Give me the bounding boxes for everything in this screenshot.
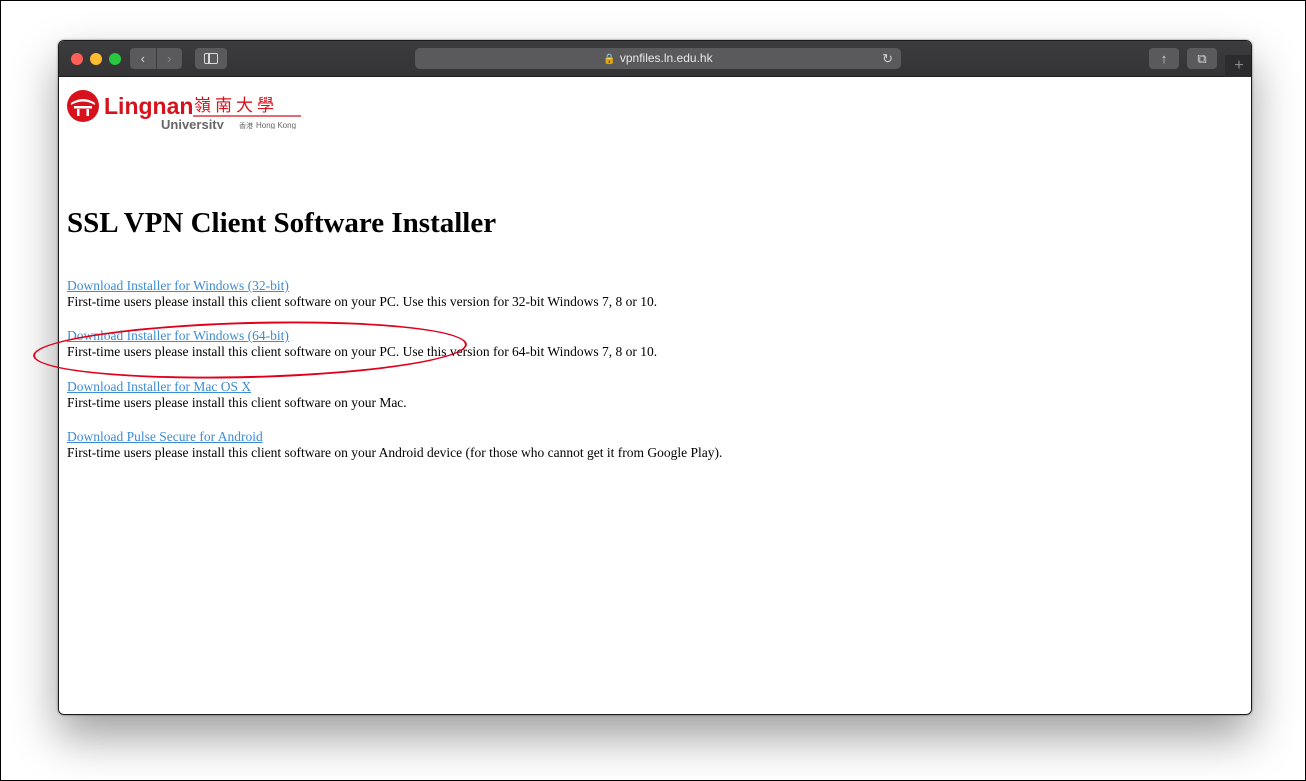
share-button[interactable]: ↑	[1149, 48, 1179, 69]
download-windows-32-description: First-time users please install this cli…	[67, 294, 658, 309]
logo-text-zh: 嶺南大學	[194, 96, 278, 116]
tabs-icon: ⧉	[1197, 51, 1207, 66]
back-icon[interactable]: ‹	[130, 48, 156, 69]
download-item-windows-32: Download Installer for Windows (32-bit) …	[67, 278, 657, 310]
url-text: vpnfiles.ln.edu.hk	[619, 51, 713, 65]
page-title: SSL VPN Client Software Installer	[67, 207, 497, 239]
page-content: Lingnan 嶺南大學 University 香港 Hong Kong SSL…	[59, 77, 1251, 714]
plus-icon: +	[1234, 57, 1244, 74]
new-tab-button[interactable]: +	[1225, 55, 1251, 77]
close-window-button[interactable]	[71, 53, 83, 65]
show-tabs-button[interactable]: ⧉	[1187, 48, 1217, 69]
emblem-beam	[74, 106, 92, 109]
sidebar-icon	[204, 53, 218, 65]
download-item-android: Download Pulse Secure for Android First-…	[67, 429, 722, 461]
forward-icon[interactable]: ›	[155, 48, 183, 69]
emblem-pillar-left	[77, 109, 80, 116]
browser-toolbar: ‹ › 🔒 vpnfiles.ln.edu.hk ↻ ↑ ⧉ +	[59, 41, 1251, 77]
lock-icon: 🔒	[603, 54, 616, 65]
minimize-window-button[interactable]	[90, 53, 102, 65]
lingnan-university-logo[interactable]: Lingnan 嶺南大學 University 香港 Hong Kong	[65, 85, 305, 129]
download-mac-description: First-time users please install this cli…	[67, 395, 407, 410]
reload-icon[interactable]: ↻	[882, 48, 893, 69]
navigation-buttons: ‹ ›	[130, 48, 182, 69]
download-item-mac: Download Installer for Mac OS X First-ti…	[67, 379, 407, 411]
logo-sub-en: University	[161, 117, 225, 129]
maximize-window-button[interactable]	[109, 53, 121, 65]
address-bar[interactable]: 🔒 vpnfiles.ln.edu.hk ↻	[415, 48, 901, 69]
logo-sub-zh: 香港	[239, 121, 253, 129]
download-android-link[interactable]: Download Pulse Secure for Android	[67, 429, 722, 445]
download-mac-link[interactable]: Download Installer for Mac OS X	[67, 379, 407, 395]
logo-sub-city: Hong Kong	[256, 121, 296, 129]
emblem-pillar-right	[86, 109, 89, 116]
share-icon: ↑	[1160, 51, 1168, 66]
download-windows-32-link[interactable]: Download Installer for Windows (32-bit)	[67, 278, 657, 294]
sidebar-toggle-button[interactable]	[195, 48, 227, 69]
download-android-description: First-time users please install this cli…	[67, 445, 723, 460]
logo-text-en: Lingnan	[104, 93, 193, 119]
